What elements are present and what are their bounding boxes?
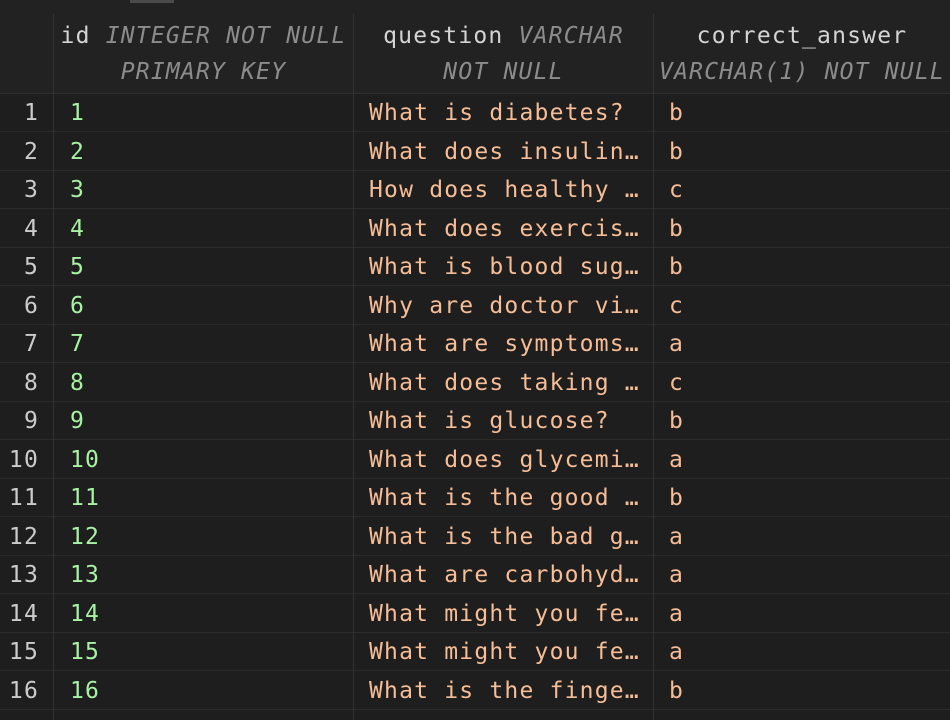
row-number: 15 xyxy=(8,639,39,665)
table-row[interactable]: 6 6 Why are doctor vi… c xyxy=(0,286,950,325)
table-row[interactable]: 10 10 What does glycemi… a xyxy=(0,440,950,479)
cell-correct-answer[interactable]: a xyxy=(653,440,950,479)
cell-id[interactable]: 7 xyxy=(53,325,353,363)
column-name: id xyxy=(60,23,91,49)
cell-question[interactable]: What might you fe… xyxy=(353,594,653,633)
row-number-header xyxy=(0,14,53,93)
row-number: 2 xyxy=(23,138,39,165)
cell-question[interactable]: What is the bad g… xyxy=(353,517,653,556)
cell-question[interactable]: What does taking … xyxy=(353,363,653,402)
cell-id[interactable]: 15 xyxy=(53,633,353,671)
cell-correct-answer[interactable]: b xyxy=(653,671,950,710)
cell-correct-answer[interactable]: c xyxy=(653,286,950,325)
cell-question[interactable]: What does insulin… xyxy=(353,132,653,171)
row-number: 1 xyxy=(23,100,39,126)
cell-correct-answer[interactable]: b xyxy=(653,209,950,248)
row-number: 7 xyxy=(23,331,39,357)
row-number: 13 xyxy=(8,562,39,588)
column-type: NOT NULL xyxy=(443,59,564,85)
cell-question[interactable]: What are carbohyd… xyxy=(353,556,653,594)
cell-correct-answer[interactable]: b xyxy=(653,479,950,517)
cell-id[interactable]: 8 xyxy=(53,363,353,402)
table-row[interactable]: 9 9 What is glucose? b xyxy=(0,402,950,440)
cell-question[interactable]: What is glucose? xyxy=(353,402,653,440)
cell-question[interactable]: What is diabetes? xyxy=(353,94,653,132)
column-name: question xyxy=(383,23,504,49)
cell-correct-answer[interactable]: a xyxy=(653,633,950,671)
cell-id[interactable]: 14 xyxy=(53,594,353,633)
row-number: 3 xyxy=(23,177,39,203)
row-number: 9 xyxy=(23,408,39,434)
cell-question[interactable]: What does exercis… xyxy=(353,209,653,248)
cell-correct-answer[interactable]: a xyxy=(653,594,950,633)
table-row[interactable]: 3 3 How does healthy … c xyxy=(0,171,950,209)
column-name: correct_answer xyxy=(696,23,908,49)
cell-id[interactable]: 4 xyxy=(53,209,353,248)
cell-id[interactable]: 13 xyxy=(53,556,353,594)
table-row[interactable]: 5 5 What is blood sug… b xyxy=(0,248,950,286)
cell-correct-answer[interactable]: b xyxy=(653,132,950,171)
column-header-row: id INTEGER NOT NULL PRIMARY KEY question… xyxy=(0,0,950,94)
cell-id[interactable]: 6 xyxy=(53,286,353,325)
cell-correct-answer[interactable]: c xyxy=(653,363,950,402)
row-number: 11 xyxy=(8,485,39,511)
cell-question[interactable]: What is blood sug… xyxy=(353,248,653,286)
row-number: 10 xyxy=(8,446,39,473)
cell-question[interactable]: What might you fe… xyxy=(353,633,653,671)
scroll-indicator xyxy=(130,0,174,3)
row-number: 4 xyxy=(23,215,39,242)
table-row[interactable]: 13 13 What are carbohyd… a xyxy=(0,556,950,594)
cell-correct-answer[interactable]: b xyxy=(653,94,950,132)
cell-question[interactable]: What is the good … xyxy=(353,479,653,517)
row-number: 14 xyxy=(8,600,39,627)
cell-id[interactable]: 1 xyxy=(53,94,353,132)
cell-correct-answer[interactable]: b xyxy=(653,248,950,286)
row-number: 12 xyxy=(8,523,39,550)
table-row[interactable]: 11 11 What is the good … b xyxy=(0,479,950,517)
cell-question[interactable]: How does healthy … xyxy=(353,171,653,209)
column-type: VARCHAR(1) NOT NULL xyxy=(659,59,945,85)
cell-question[interactable]: What are symptoms… xyxy=(353,325,653,363)
table-row[interactable]: 4 4 What does exercis… b xyxy=(0,209,950,248)
cell-id[interactable]: 16 xyxy=(53,671,353,710)
cell-id[interactable]: 5 xyxy=(53,248,353,286)
table-row[interactable]: 14 14 What might you fe… a xyxy=(0,594,950,633)
column-type: VARCHAR xyxy=(518,23,624,49)
table-row[interactable]: 16 16 What is the finge… b xyxy=(0,671,950,710)
cell-correct-answer[interactable]: b xyxy=(653,402,950,440)
table-row[interactable]: 15 15 What might you fe… a xyxy=(0,633,950,671)
row-number: 8 xyxy=(23,369,39,396)
column-type: PRIMARY KEY xyxy=(120,59,287,85)
column-header-question[interactable]: question VARCHAR NOT NULL xyxy=(353,14,653,93)
cell-id[interactable]: 10 xyxy=(53,440,353,479)
cell-correct-answer[interactable]: a xyxy=(653,517,950,556)
cell-question[interactable]: What does glycemi… xyxy=(353,440,653,479)
row-number: 5 xyxy=(23,254,39,280)
table-row[interactable]: 12 12 What is the bad g… a xyxy=(0,517,950,556)
cell-correct-answer[interactable]: a xyxy=(653,325,950,363)
table-row[interactable]: 2 2 What does insulin… b xyxy=(0,132,950,171)
cell-correct-answer[interactable]: a xyxy=(653,556,950,594)
cell-id[interactable]: 9 xyxy=(53,402,353,440)
row-number: 16 xyxy=(8,677,39,704)
cell-id[interactable]: 11 xyxy=(53,479,353,517)
column-type: INTEGER NOT NULL xyxy=(105,23,347,49)
cell-id[interactable]: 2 xyxy=(53,132,353,171)
cell-correct-answer[interactable]: c xyxy=(653,171,950,209)
cell-id[interactable]: 3 xyxy=(53,171,353,209)
table-row[interactable]: 1 1 What is diabetes? b xyxy=(0,94,950,132)
column-header-id[interactable]: id INTEGER NOT NULL PRIMARY KEY xyxy=(53,14,353,93)
cell-id[interactable]: 12 xyxy=(53,517,353,556)
cell-question[interactable]: Why are doctor vi… xyxy=(353,286,653,325)
column-header-correct-answer[interactable]: correct_answer VARCHAR(1) NOT NULL xyxy=(653,14,950,93)
table-row[interactable]: 7 7 What are symptoms… a xyxy=(0,325,950,363)
cell-question[interactable]: What is the finge… xyxy=(353,671,653,710)
table-row[interactable]: 8 8 What does taking … c xyxy=(0,363,950,402)
row-number: 6 xyxy=(23,292,39,319)
results-grid: id INTEGER NOT NULL PRIMARY KEY question… xyxy=(0,0,950,720)
